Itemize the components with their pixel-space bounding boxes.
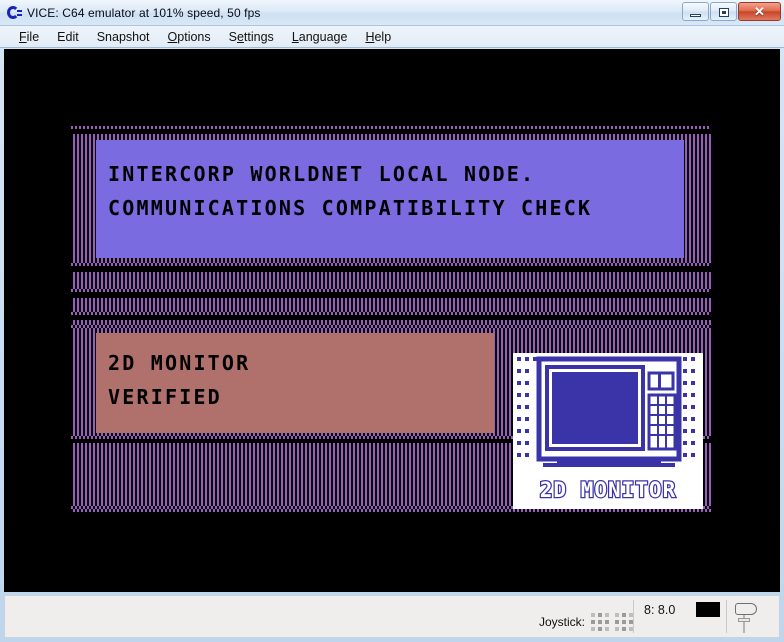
message-panel: INTERCORP WORLDNET LOCAL NODE. COMMUNICA… bbox=[96, 140, 684, 258]
icon-caption-text: 2D MONITOR bbox=[539, 477, 677, 504]
tape-counter-knob[interactable] bbox=[738, 618, 750, 622]
joystick-port-2[interactable] bbox=[615, 613, 633, 631]
close-icon: ✕ bbox=[754, 3, 765, 19]
divider-band bbox=[71, 129, 711, 134]
c64-logo-icon bbox=[5, 4, 23, 22]
c64-display: INTERCORP WORLDNET LOCAL NODE. COMMUNICA… bbox=[4, 49, 780, 592]
minimize-button[interactable] bbox=[682, 2, 709, 21]
menu-item-help[interactable]: Help bbox=[356, 28, 400, 46]
title-bar: VICE: C64 emulator at 101% speed, 50 fps… bbox=[0, 0, 784, 26]
menu-bar: File Edit Snapshot Options Settings Lang… bbox=[0, 26, 784, 48]
emulator-screen[interactable]: INTERCORP WORLDNET LOCAL NODE. COMMUNICA… bbox=[4, 49, 780, 592]
device-name: 2D MONITOR bbox=[108, 351, 251, 375]
drive-status[interactable]: 8: 8.0 bbox=[634, 596, 726, 637]
computer-monitor-icon bbox=[513, 353, 703, 471]
tape-icon bbox=[735, 603, 757, 615]
drive-led-indicator bbox=[696, 602, 720, 617]
joystick-port-1[interactable] bbox=[591, 613, 609, 631]
device-state: VERIFIED bbox=[108, 385, 222, 409]
maximize-button[interactable] bbox=[710, 2, 737, 21]
divider-band bbox=[71, 266, 711, 272]
minimize-icon bbox=[690, 14, 701, 17]
striped-background: INTERCORP WORLDNET LOCAL NODE. COMMUNICA… bbox=[71, 126, 711, 512]
window-controls: ✕ bbox=[682, 2, 781, 21]
icon-caption: 2D MONITOR bbox=[513, 471, 703, 509]
joystick-label: Joystick: bbox=[538, 615, 585, 629]
status-bar: Joystick: 8: 8.0 bbox=[4, 595, 780, 638]
device-status-panel: 2D MONITOR VERIFIED bbox=[96, 333, 494, 433]
divider-band bbox=[71, 315, 711, 320]
vice-emulator-window: VICE: C64 emulator at 101% speed, 50 fps… bbox=[0, 0, 784, 642]
status-left-region: Joystick: bbox=[5, 596, 633, 637]
drive-status-label: 8: 8.0 bbox=[644, 603, 676, 617]
maximize-icon bbox=[719, 8, 729, 17]
menu-item-snapshot[interactable]: Snapshot bbox=[88, 28, 159, 46]
message-line-2: COMMUNICATIONS COMPATIBILITY CHECK bbox=[108, 196, 593, 220]
divider-rule bbox=[71, 325, 711, 328]
tape-status[interactable] bbox=[727, 596, 779, 637]
menu-item-edit[interactable]: Edit bbox=[48, 28, 88, 46]
menu-item-file[interactable]: File bbox=[10, 28, 48, 46]
menu-item-language[interactable]: Language bbox=[283, 28, 357, 46]
monitor-icon-tile: 2D MONITOR bbox=[513, 353, 703, 509]
menu-item-options[interactable]: Options bbox=[159, 28, 220, 46]
message-line-1: INTERCORP WORLDNET LOCAL NODE. bbox=[108, 162, 536, 186]
menu-item-settings[interactable]: Settings bbox=[220, 28, 283, 46]
joystick-indicator: Joystick: bbox=[539, 613, 633, 631]
close-button[interactable]: ✕ bbox=[738, 2, 781, 21]
divider-band bbox=[71, 292, 711, 298]
window-title: VICE: C64 emulator at 101% speed, 50 fps bbox=[27, 5, 261, 20]
